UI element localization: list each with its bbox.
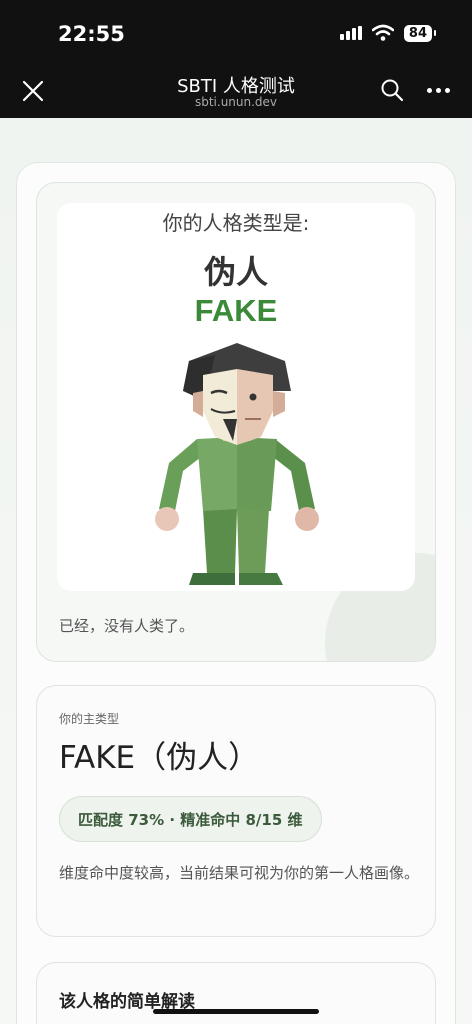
personality-poster-card: 你的人格类型是: 伪人 FAKE 已经，没有人类了。: [36, 182, 436, 662]
status-time: 22:55: [58, 22, 125, 46]
fake-person-illustration: [155, 343, 319, 585]
wifi-icon: [371, 24, 394, 41]
main-type-label: 你的主类型: [59, 712, 120, 726]
main-type-description: 维度命中度较高，当前结果可视为你的第一人格画像。: [59, 864, 420, 882]
poster-type-en: FAKE: [194, 293, 278, 328]
match-badge: 匹配度 73% · 精准命中 8/15 维: [59, 796, 322, 842]
more-options-icon[interactable]: [427, 88, 450, 93]
status-icons: 84: [339, 24, 437, 42]
interpretation-card: 该人格的简单解读: [36, 962, 436, 1024]
main-type-name: FAKE（伪人）: [59, 740, 260, 776]
top-bar: 22:55 84 SBTI 人格测试 sbti.unun.dev: [0, 0, 472, 118]
search-icon[interactable]: [380, 78, 404, 102]
cellular-signal-icon: [339, 26, 362, 40]
poster-caption: 已经，没有人类了。: [59, 617, 195, 635]
battery-icon: 84: [403, 24, 437, 42]
poster-question: 你的人格类型是:: [162, 211, 310, 235]
home-indicator: [153, 1009, 319, 1014]
personality-poster: 你的人格类型是: 伪人 FAKE: [57, 203, 415, 591]
main-type-card: 你的主类型 FAKE（伪人） 匹配度 73% · 精准命中 8/15 维 维度命…: [36, 685, 436, 937]
poster-type-cn: 伪人: [203, 253, 268, 291]
